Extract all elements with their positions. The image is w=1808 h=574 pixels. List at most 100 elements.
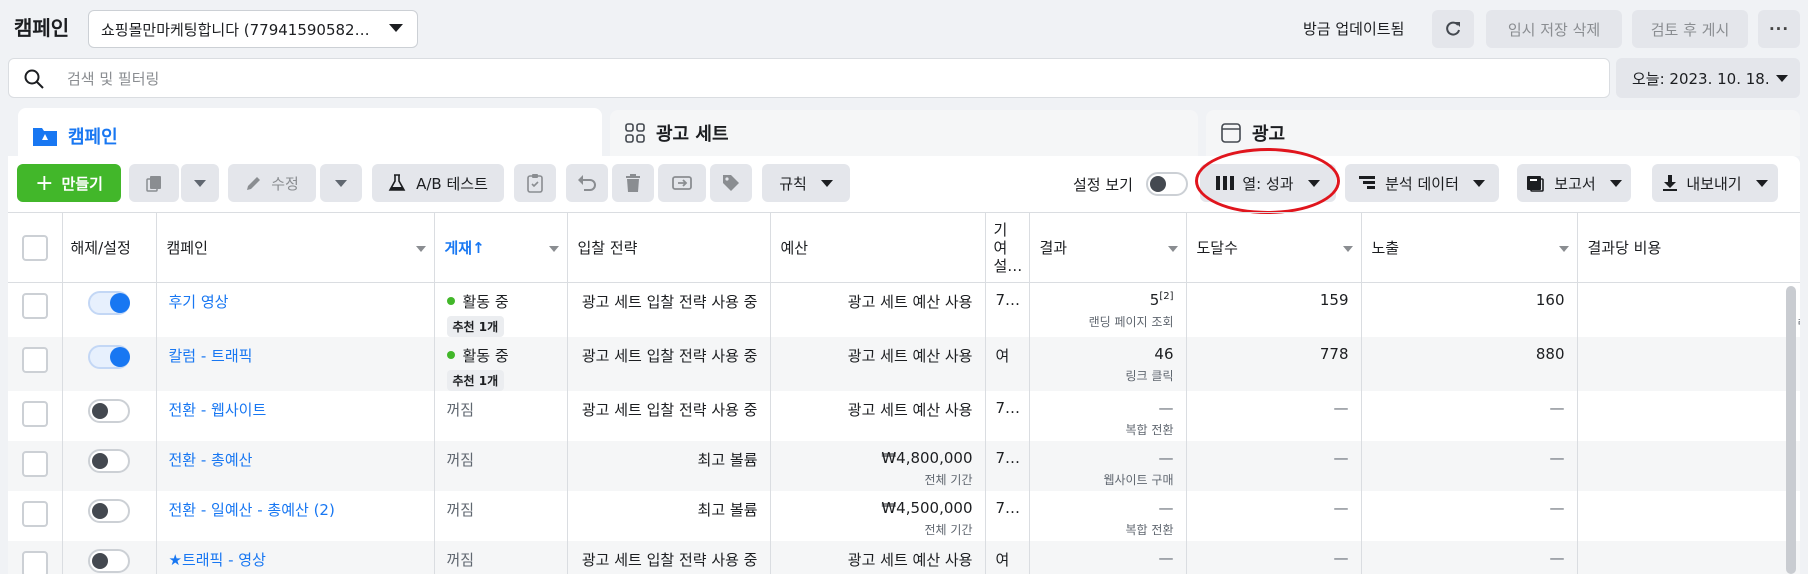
chevron-down-icon	[1609, 179, 1622, 187]
clipboard-button[interactable]	[514, 164, 556, 202]
delivery-status: 활동 중	[462, 347, 509, 365]
bid-strategy: 광고 세트 입찰 전략 사용 중	[581, 401, 758, 419]
reports-label: 보고서	[1554, 174, 1596, 193]
attribution-setting: 여	[995, 551, 1010, 569]
campaign-toggle[interactable]	[88, 499, 130, 523]
create-button[interactable]: + 만들기	[17, 164, 121, 202]
campaign-toggle[interactable]	[88, 549, 130, 573]
refresh-button[interactable]	[1432, 10, 1474, 48]
attribution-setting: 7…	[995, 449, 1021, 467]
duplicate-button[interactable]	[129, 164, 179, 202]
campaign-toggle[interactable]	[88, 345, 130, 369]
col-attribution[interactable]: 기여설…	[985, 212, 1030, 283]
col-results-label: 결과	[1039, 239, 1068, 257]
campaign-name-link[interactable]: 전환 - 총예산	[169, 451, 253, 469]
col-bid[interactable]: 입찰 전략	[567, 212, 771, 283]
delete-button[interactable]	[612, 164, 654, 202]
col-bid-label: 입찰 전략	[577, 239, 638, 257]
reports-button[interactable]: 보고서	[1517, 164, 1631, 202]
campaign-name-link[interactable]: 전환 - 일예산 - 총예산 (2)	[169, 501, 335, 519]
undo-icon	[578, 175, 596, 191]
vertical-scrollbar[interactable]	[1786, 286, 1796, 574]
campaign-toggle[interactable]	[88, 291, 130, 315]
delivery-status: 꺼짐	[446, 501, 475, 519]
export-button[interactable]: 내보내기	[1652, 164, 1778, 202]
create-label: 만들기	[61, 174, 103, 193]
row-checkbox[interactable]	[21, 293, 48, 319]
campaign-name-link[interactable]: 후기 영상	[169, 293, 229, 311]
toggle-knob	[92, 503, 108, 519]
table-header-row: 해제/설정 캠페인 게재↑ 입찰 전략 예산 기여설… 결과 도달수 노출 결과…	[8, 212, 1800, 283]
row-checkbox[interactable]	[21, 451, 48, 477]
impressions-value: 880	[1535, 345, 1565, 363]
impressions-value: —	[1549, 449, 1565, 467]
export-label: 내보내기	[1686, 174, 1742, 193]
date-range-button[interactable]: 오늘: 2023. 10. 18.	[1616, 58, 1800, 98]
result-type: 링크 클릭	[1125, 369, 1174, 383]
account-name: 쇼핑몰만마케팅합니다 (77941590582…	[101, 20, 370, 39]
discard-drafts-button[interactable]: 임시 저장 삭제	[1486, 10, 1622, 48]
chevron-down-icon	[1167, 246, 1178, 252]
preview-icon	[672, 176, 692, 190]
col-budget[interactable]: 예산	[770, 212, 986, 283]
ab-test-label: A/B 테스트	[416, 174, 488, 193]
col-toggle[interactable]: 해제/설정	[62, 212, 157, 283]
ab-test-button[interactable]: A/B 테스트	[372, 164, 504, 202]
campaign-toggle[interactable]	[88, 449, 130, 473]
grid-icon	[624, 122, 646, 144]
result-value: 46	[1154, 345, 1174, 363]
col-impressions[interactable]: 노출	[1361, 212, 1578, 283]
preview-button[interactable]	[658, 164, 706, 202]
col-cost-per-result[interactable]: 결과당 비용	[1577, 212, 1800, 283]
settings-view-toggle[interactable]	[1146, 172, 1188, 196]
recommendation-badge[interactable]: 추천 1개	[446, 316, 505, 337]
col-reach[interactable]: 도달수	[1186, 212, 1362, 283]
chevron-down-icon	[1755, 179, 1768, 187]
edit-dropdown[interactable]	[320, 164, 362, 202]
result-value: —	[1158, 499, 1174, 517]
table-row[interactable]: 전환 - 총예산 꺼짐 최고 볼륨 ₩4,800,000 전체 기간 7… — 웹사…	[8, 441, 1800, 491]
row-checkbox[interactable]	[21, 551, 48, 574]
col-delivery[interactable]: 게재↑	[434, 212, 568, 283]
table-row[interactable]: 후기 영상 활동 중 추천 1개 광고 세트 입찰 전략 사용 중 광고 세트 …	[8, 282, 1800, 337]
reach-value: —	[1333, 449, 1349, 467]
row-checkbox[interactable]	[21, 401, 48, 427]
rules-button[interactable]: 규칙	[762, 164, 850, 202]
row-checkbox[interactable]	[21, 347, 48, 373]
search-input[interactable]	[67, 67, 1567, 91]
breakdown-button[interactable]: 분석 데이터	[1345, 164, 1499, 202]
col-results[interactable]: 결과	[1029, 212, 1187, 283]
tab-ad[interactable]: 광고	[1206, 110, 1800, 156]
col-campaign[interactable]: 캠페인	[156, 212, 435, 283]
tag-button[interactable]	[710, 164, 752, 202]
impressions-value: —	[1549, 399, 1565, 417]
chevron-down-icon	[1472, 179, 1485, 187]
col-campaign-label: 캠페인	[166, 239, 208, 257]
toggle-knob	[110, 293, 130, 313]
table-row[interactable]: 칼럼 - 트래픽 활동 중 추천 1개 광고 세트 입찰 전략 사용 중 광고 …	[8, 337, 1800, 391]
search-bar[interactable]	[8, 58, 1610, 98]
undo-button[interactable]	[566, 164, 608, 202]
result-value: 5	[1149, 291, 1160, 309]
budget-value: ₩4,500,000	[881, 499, 973, 517]
tab-adset-label: 광고 세트	[656, 124, 729, 145]
table-row[interactable]: 전환 - 웹사이트 꺼짐 광고 세트 입찰 전략 사용 중 광고 세트 예산 사…	[8, 391, 1800, 441]
tab-campaign[interactable]: 캠페인	[18, 108, 602, 164]
more-options-button[interactable]: ···	[1758, 10, 1800, 48]
campaign-name-link[interactable]: 칼럼 - 트래픽	[169, 347, 253, 365]
table-row[interactable]: 전환 - 일예산 - 총예산 (2) 꺼짐 최고 볼륨 ₩4,500,000 전체…	[8, 491, 1800, 541]
chevron-down-icon	[415, 246, 426, 252]
tab-adset[interactable]: 광고 세트	[610, 110, 1198, 156]
campaign-name-link[interactable]: 전환 - 웹사이트	[169, 401, 267, 419]
row-checkbox[interactable]	[21, 501, 48, 527]
account-selector[interactable]: 쇼핑몰만마케팅합니다 (77941590582…	[88, 10, 418, 48]
campaign-name-link[interactable]: ★트래픽 - 영상	[169, 551, 266, 569]
campaign-toggle[interactable]	[88, 399, 130, 423]
impressions-value: —	[1549, 549, 1565, 567]
table-row[interactable]: ★트래픽 - 영상 꺼짐 광고 세트 입찰 전략 사용 중 광고 세트 예산 사…	[8, 541, 1800, 574]
review-publish-button[interactable]: 검토 후 게시	[1632, 10, 1748, 48]
duplicate-dropdown[interactable]	[181, 164, 219, 202]
edit-button[interactable]: 수정	[228, 164, 316, 202]
select-all-checkbox[interactable]	[21, 234, 48, 261]
recommendation-badge[interactable]: 추천 1개	[446, 370, 505, 391]
